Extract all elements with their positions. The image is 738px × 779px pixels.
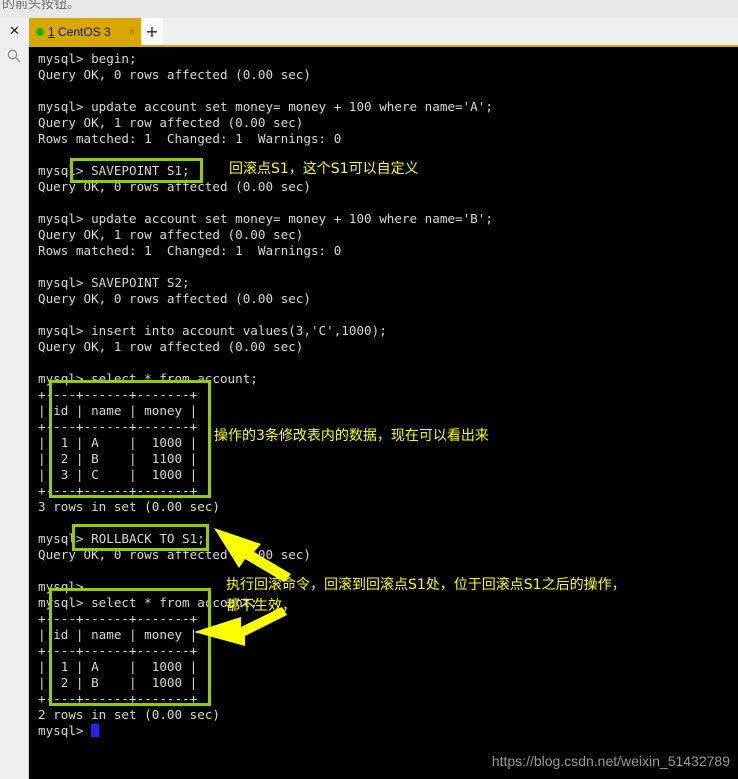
connected-dot-icon [36,27,44,36]
annotation-savepoint: 回滚点S1，这个S1可以自定义 [229,159,419,180]
terminal-window: 的前头按钮。 ✕ 1 CentOS 3 × + mysql> begin; Que… [0,0,738,779]
annotation-line: 回滚点S1，这个S1可以自定义 [229,161,419,177]
tab-index: 1 [48,24,55,39]
annotation-line: 都不生效， [226,598,296,614]
terminal-line: Query OK, 1 row affected (0.00 sec) [38,339,304,354]
cutoff-top-text: 的前头按钮。 [2,0,81,12]
tab-label: 1 CentOS 3 [48,25,125,39]
terminal-line: | id | name | money | [38,627,198,642]
terminal-line: Rows matched: 1 Changed: 1 Warnings: 0 [38,243,342,258]
terminal-line: +----+------+-------+ [38,483,198,498]
terminal-line: mysql> select * from account; [38,595,258,610]
terminal-line: | 2 | B | 1000 | [38,675,198,690]
annotation-table-data: 操作的3条修改表内的数据，现在可以看出来 [214,426,489,447]
terminal-line: Query OK, 0 rows affected (0.00 sec) [38,291,311,306]
watermark-url: https://blog.csdn.net/weixin_51432789 [491,753,730,769]
terminal-line: | 1 | A | 1000 | [38,435,198,450]
terminal-line: Query OK, 1 row affected (0.00 sec) [38,227,304,242]
terminal-line: +----+------+-------+ [38,611,198,626]
terminal-line: | 3 | C | 1000 | [38,467,198,482]
terminal-line: 3 rows in set (0.00 sec) [38,499,220,514]
terminal-prompt-line: mysql> [38,723,100,739]
terminal-line: Query OK, 0 rows affected (0.00 sec) [38,67,311,82]
terminal-line: | id | name | money | [38,403,198,418]
new-tab-button[interactable]: + [141,18,163,45]
terminal-line: mysql> update account set money= money +… [38,211,493,226]
terminal-line: Query OK, 1 row affected (0.00 sec) [38,115,304,130]
terminal-line: +----+------+-------+ [38,643,198,658]
cutoff-top-strip: 的前头按钮。 [0,0,738,18]
search-icon[interactable] [6,48,22,64]
annotation-line: 执行回滚命令，回滚到回滚点S1处，位于回滚点S1之后的操作， [226,577,626,593]
bottom-rail-pad [0,745,29,779]
terminal-line: mysql> insert into account values(3,'C',… [38,323,387,338]
terminal-line: mysql> SAVEPOINT S1; [38,163,190,178]
left-rail [0,45,29,779]
close-session-button[interactable]: ✕ [0,18,29,45]
terminal-text: mysql> begin; Query OK, 0 rows affected (… [29,47,738,745]
terminal-line: +----+------+-------+ [38,419,198,434]
tab-bar: ✕ 1 CentOS 3 × + [0,18,738,45]
terminal-line: mysql> [38,579,84,594]
terminal-line: mysql> begin; [38,51,137,66]
terminal-line: Query OK, 0 rows affected (0.00 sec) [38,179,311,194]
prompt-text: mysql> [38,723,92,738]
terminal-line: Query OK, 0 rows affected (0.00 sec) [38,547,311,562]
terminal-output-area[interactable]: mysql> begin; Query OK, 0 rows affected (… [29,45,738,745]
terminal-line: 2 rows in set (0.00 sec) [38,707,220,722]
terminal-line: mysql> SAVEPOINT S2; [38,275,190,290]
terminal-line: +----+------+-------+ [38,691,198,706]
close-icon[interactable]: × [129,26,137,38]
terminal-line: +----+------+-------+ [38,387,198,402]
tab-title: CentOS 3 [58,24,111,39]
text-cursor [91,724,100,737]
tab-bar-filler [163,18,738,45]
tab-centos-3[interactable]: 1 CentOS 3 × [29,18,141,45]
annotation-rollback: 执行回滚命令，回滚到回滚点S1处，位于回滚点S1之后的操作， 都不生效， [226,575,626,617]
terminal-line: | 1 | A | 1000 | [38,659,198,674]
annotation-line: 操作的3条修改表内的数据，现在可以看出来 [214,428,489,444]
terminal-line: | 2 | B | 1100 | [38,451,198,466]
terminal-line: mysql> ROLLBACK TO S1; [38,531,205,546]
bottom-bar: https://blog.csdn.net/weixin_51432789 [0,745,738,779]
terminal-line: Rows matched: 1 Changed: 1 Warnings: 0 [38,131,342,146]
terminal-line: mysql> update account set money= money +… [38,99,493,114]
terminal-line: mysql> select * from account; [38,371,258,386]
